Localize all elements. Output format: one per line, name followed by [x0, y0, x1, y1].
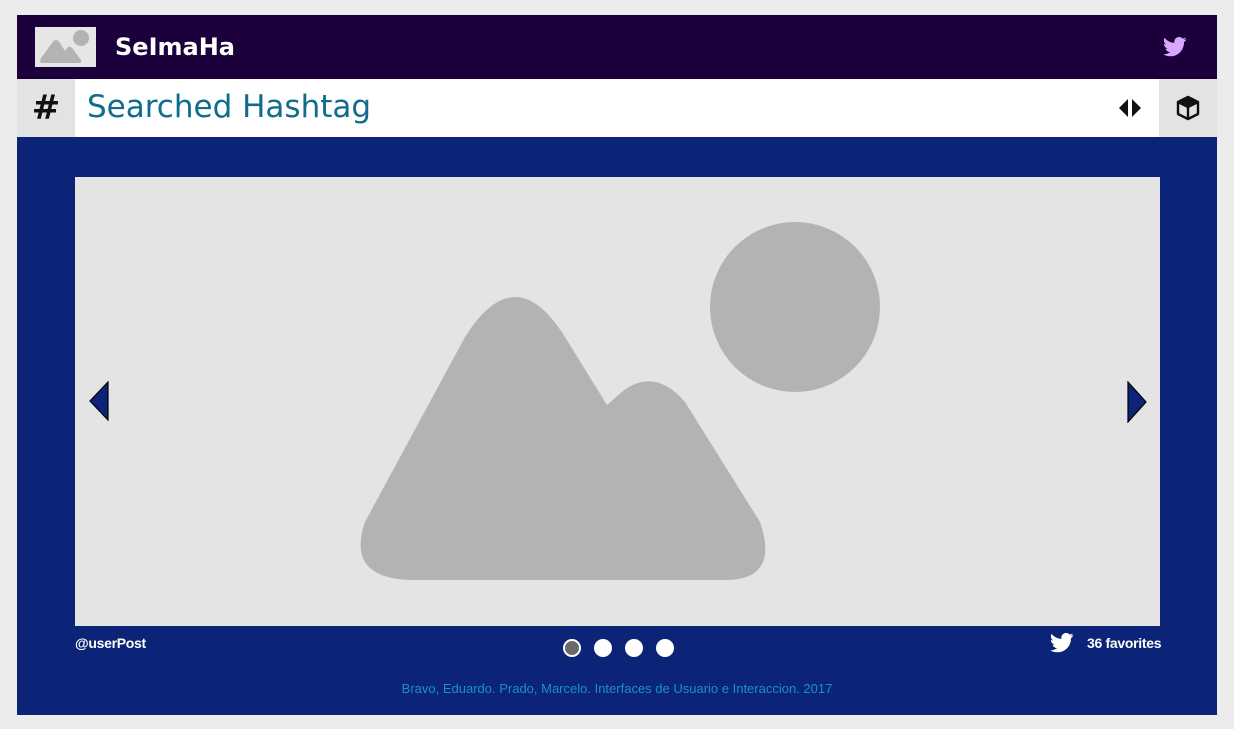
previous-slide-arrow-icon[interactable] [89, 380, 109, 422]
cube-icon[interactable] [1159, 79, 1217, 137]
slide-indicator-2[interactable] [594, 639, 612, 657]
footer-credits: Bravo, Eduardo. Prado, Marcelo. Interfac… [401, 681, 833, 696]
hashtag-search-bar: # Searched Hashtag [17, 79, 1217, 137]
twitter-bird-icon[interactable] [1162, 37, 1187, 57]
carousel-image-placeholder-icon[interactable] [75, 177, 1160, 626]
slide-indicator-4[interactable] [656, 639, 674, 657]
top-bar: SeImaHa [17, 15, 1217, 79]
carousel-indicators [563, 639, 674, 657]
brand-name: SeImaHa [115, 33, 235, 61]
slide-indicator-3[interactable] [625, 639, 643, 657]
searched-hashtag-title: Searched Hashtag [87, 89, 372, 125]
twitter-bird-icon [1049, 633, 1074, 653]
logo-image-placeholder-icon [35, 27, 96, 67]
slide-indicator-1[interactable] [563, 639, 581, 657]
post-username[interactable]: @userPost [75, 635, 146, 651]
app-container: SeImaHa # Searched Hashtag @userPost 36 … [17, 15, 1217, 715]
hash-icon: # [17, 79, 75, 137]
next-slide-arrow-icon[interactable] [1127, 380, 1147, 424]
favorites-count: 36 favorites [1087, 635, 1162, 651]
left-right-arrows-icon[interactable] [1117, 96, 1143, 120]
